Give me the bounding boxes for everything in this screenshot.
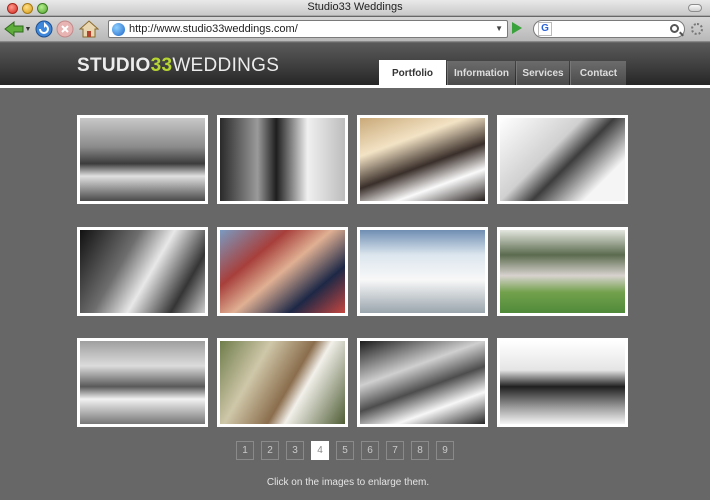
nav-tab-contact[interactable]: Contact <box>570 61 626 85</box>
search-magnifier-icon[interactable] <box>670 24 679 33</box>
back-button[interactable] <box>3 19 25 39</box>
page-link-7[interactable]: 7 <box>386 441 404 460</box>
window-title: Studio33 Weddings <box>307 1 403 13</box>
gallery-thumbnail[interactable] <box>217 227 348 316</box>
stop-icon <box>56 20 74 38</box>
gallery-thumbnail[interactable] <box>77 338 208 427</box>
go-arrow-button[interactable] <box>512 22 522 34</box>
wedding-photo <box>500 230 625 313</box>
address-bar[interactable]: http://www.studio33weddings.com/ ▼ <box>108 20 508 38</box>
site-logo[interactable]: STUDIO33WEDDINGS <box>77 55 279 77</box>
nav-tab-portfolio[interactable]: Portfolio <box>379 60 446 87</box>
page-link-4-current[interactable]: 4 <box>311 441 329 460</box>
wedding-photo <box>220 230 345 313</box>
loading-spinner-icon <box>691 23 703 35</box>
wedding-photo <box>360 118 485 201</box>
wedding-photo <box>500 118 625 201</box>
google-engine-icon[interactable]: G <box>538 22 552 36</box>
pagination: 1 2 3 4 5 6 7 8 9 <box>236 441 454 460</box>
logo-number-text: 33 <box>150 55 173 76</box>
reload-button[interactable] <box>34 19 54 39</box>
window-titlebar: Studio33 Weddings <box>0 0 710 16</box>
gallery-thumbnail[interactable] <box>357 227 488 316</box>
browser-toolbar: ▼ http://www.studio33weddings.com/ ▼ G <box>0 17 710 42</box>
site-globe-icon <box>112 23 125 36</box>
page-link-3[interactable]: 3 <box>286 441 304 460</box>
gallery-thumbnail[interactable] <box>77 115 208 204</box>
back-arrow-icon <box>4 21 24 37</box>
home-icon <box>79 20 99 38</box>
wedding-photo <box>80 341 205 424</box>
search-box[interactable]: G <box>533 20 685 38</box>
wedding-photo <box>500 341 625 424</box>
wedding-photo <box>80 118 205 201</box>
gallery-thumbnail[interactable] <box>357 338 488 427</box>
nav-tab-information[interactable]: Information <box>447 61 515 85</box>
gallery-thumbnail[interactable] <box>497 115 628 204</box>
nav-tab-services[interactable]: Services <box>516 61 569 85</box>
address-bar-url[interactable]: http://www.studio33weddings.com/ <box>129 23 298 35</box>
gallery-thumbnail[interactable] <box>357 115 488 204</box>
page-link-6[interactable]: 6 <box>361 441 379 460</box>
wedding-photo <box>80 230 205 313</box>
gallery-thumbnail[interactable] <box>77 227 208 316</box>
toolbar-toggle-button[interactable] <box>688 4 702 12</box>
page-link-5[interactable]: 5 <box>336 441 354 460</box>
header-divider <box>0 85 710 88</box>
reload-icon <box>35 20 53 38</box>
page-link-9[interactable]: 9 <box>436 441 454 460</box>
page-link-1[interactable]: 1 <box>236 441 254 460</box>
stop-button[interactable] <box>55 19 75 39</box>
home-button[interactable] <box>78 19 100 39</box>
gallery-thumbnail[interactable] <box>497 338 628 427</box>
logo-studio-text: STUDIO <box>77 55 151 76</box>
gallery-thumbnail[interactable] <box>497 227 628 316</box>
gallery-thumbnail[interactable] <box>217 338 348 427</box>
back-history-dropdown[interactable]: ▼ <box>24 19 32 39</box>
logo-weddings-text: WEDDINGS <box>172 55 280 76</box>
wedding-photo <box>220 341 345 424</box>
page-link-8[interactable]: 8 <box>411 441 429 460</box>
page-link-2[interactable]: 2 <box>261 441 279 460</box>
wedding-photo <box>360 341 485 424</box>
wedding-photo <box>360 230 485 313</box>
enlarge-hint-text: Click on the images to enlarge them. <box>266 477 430 488</box>
wedding-photo <box>220 118 345 201</box>
gallery-thumbnail[interactable] <box>217 115 348 204</box>
address-history-dropdown[interactable]: ▼ <box>495 24 503 33</box>
